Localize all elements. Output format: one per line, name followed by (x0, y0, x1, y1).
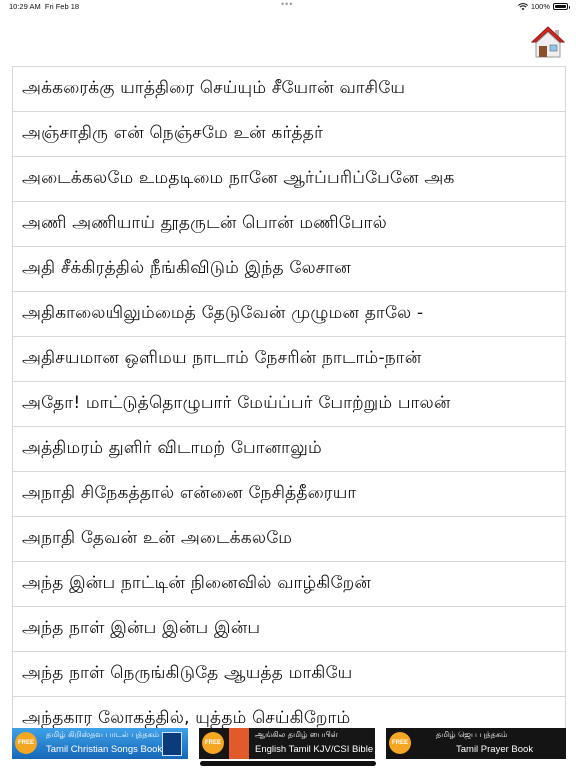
ad-tamil-prayer-book[interactable]: FREE தமிழ் ஜெப புத்தகம் Tamil Prayer Boo… (386, 728, 566, 759)
bible-cover-icon (229, 728, 249, 759)
battery-icon (553, 3, 570, 10)
list-item[interactable]: அதிகாலையிலும்மைத் தேடுவேன் முழுமன தாலே - (13, 292, 565, 337)
ad-title-tamil: ஆங்கில தமிழ் பைபிள் (255, 730, 338, 739)
free-badge: FREE (389, 732, 411, 754)
status-indicators: 100% (517, 2, 570, 11)
battery-percent: 100% (530, 2, 550, 11)
ad-title-english: English Tamil KJV/CSI Bible (255, 744, 374, 755)
status-bar: 10:29 AM Fri Feb 18 ••• 100% (0, 0, 576, 14)
list-item[interactable]: அந்த நாள் இன்ப இன்ப இன்ப (13, 607, 565, 652)
home-button[interactable] (530, 24, 566, 60)
list-item[interactable]: அநாதி சிநேகத்தால் என்னை நேசித்தீரையா (13, 472, 565, 517)
list-item[interactable]: அடைக்கலமே உமதடிமை நானே ஆர்ப்பரிப்பேனே அக (13, 157, 565, 202)
home-icon (530, 26, 566, 58)
free-badge: FREE (15, 732, 37, 754)
multitasking-dots-icon[interactable]: ••• (281, 0, 293, 9)
book-icon (162, 732, 182, 756)
list-item[interactable]: அந்த இன்ப நாட்டின் நினைவில் வாழ்கிறேன் (13, 562, 565, 607)
wifi-icon (517, 2, 528, 10)
list-item[interactable]: அந்த நாள் நெருங்கிடுதே ஆயத்த மாகியே (13, 652, 565, 697)
ad-title-english: Tamil Christian Songs Book (46, 744, 163, 755)
song-list[interactable]: அக்கரைக்கு யாத்திரை செய்யும் சீயோன் வாசி… (12, 66, 566, 729)
status-date: Fri Feb 18 (44, 2, 80, 11)
ad-title-tamil: தமிழ் ஜெப புத்தகம் (436, 730, 508, 739)
list-item[interactable]: அணி அணியாய் தூதருடன் பொன் மணிபோல் (13, 202, 565, 247)
ad-banner-bar: FREE தமிழ் கிறிஸ்தவ பாடல் புத்தகம் Tamil… (0, 728, 576, 760)
list-item[interactable]: அந்தகார லோகத்தில், யுத்தம் செய்கிறோம் (13, 697, 565, 729)
list-item[interactable]: அதி சீக்கிரத்தில் நீங்கிவிடும் இந்த லேசா… (13, 247, 565, 292)
ad-title-english: Tamil Prayer Book (456, 744, 534, 755)
ad-title-tamil: தமிழ் கிறிஸ்தவ பாடல் புத்தகம் (46, 730, 160, 739)
list-item[interactable]: அத்திமரம் துளிர் விடாமற் போனாலும் (13, 427, 565, 472)
list-item[interactable]: அநாதி தேவன் உன் அடைக்கலமே (13, 517, 565, 562)
list-item[interactable]: அதோ! மாட்டுத்தொழுபார் மேய்ப்பர் போற்றும்… (13, 382, 565, 427)
ad-english-tamil-bible[interactable]: FREE ஆங்கில தமிழ் பைபிள் English Tamil K… (199, 728, 375, 759)
list-item[interactable]: அதிசயமான ஒளிமய நாடாம் நேசரின் நாடாம்-நான… (13, 337, 565, 382)
toolbar (0, 14, 576, 66)
list-item[interactable]: அஞ்சாதிரு என் நெஞ்சமே உன் கர்த்தர் (13, 112, 565, 157)
status-time: 10:29 AM Fri Feb 18 (9, 2, 80, 11)
ad-tamil-christian-songs-book[interactable]: FREE தமிழ் கிறிஸ்தவ பாடல் புத்தகம் Tamil… (12, 728, 188, 759)
free-badge: FREE (202, 732, 224, 754)
home-indicator[interactable] (200, 761, 376, 766)
list-item[interactable]: அக்கரைக்கு யாத்திரை செய்யும் சீயோன் வாசி… (13, 67, 565, 112)
